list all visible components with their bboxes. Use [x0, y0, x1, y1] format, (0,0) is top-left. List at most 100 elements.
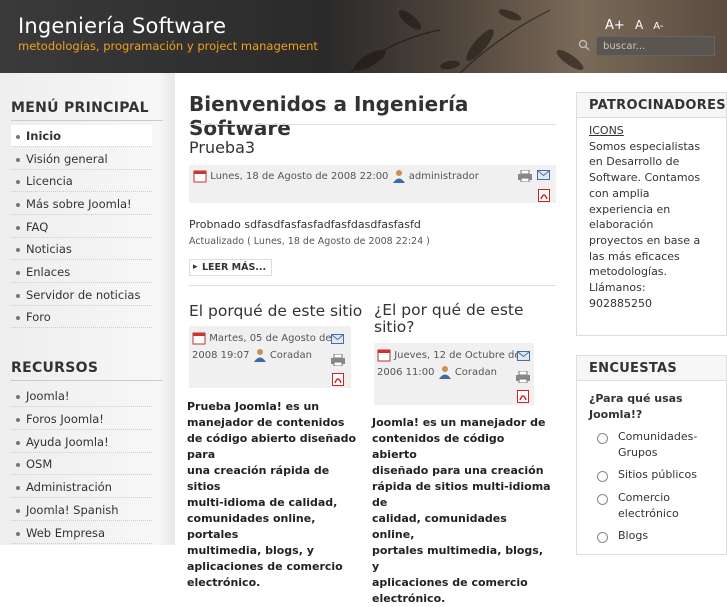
read-more-button[interactable]: LEER MÁS...: [189, 259, 273, 276]
resources-title: RECURSOS: [11, 360, 99, 376]
user-icon: [392, 170, 405, 183]
sponsors-link[interactable]: ICONS: [589, 123, 714, 139]
resource-item-joomla-spanish[interactable]: Joomla! Spanish: [11, 499, 152, 521]
menu-item-enlaces[interactable]: Enlaces: [11, 261, 152, 283]
main-content: Bienvenidos a Ingeniería Software Prueba…: [175, 73, 570, 605]
calendar-icon: [377, 349, 391, 362]
body-line: de código abierto diseñado para: [187, 432, 357, 461]
user-icon: [253, 349, 266, 362]
menu-item-mas-sobre-joomla[interactable]: Más sobre Joomla!: [11, 193, 152, 215]
menu-item-vision-general[interactable]: Visión general: [11, 148, 152, 170]
sponsors-line: 902885250: [589, 296, 652, 310]
poll-box: ENCUESTAS ¿Para qué usas Joomla!? Comuni…: [576, 355, 727, 555]
email-icon[interactable]: [537, 170, 550, 180]
body-line: contenidos de código abierto: [372, 432, 505, 461]
sponsors-line: con amplia: [589, 186, 650, 200]
body-line: calidad, comunidades online,: [372, 512, 507, 541]
pdf-icon[interactable]: [332, 373, 344, 386]
menu-item-servidor-noticias[interactable]: Servidor de noticias: [11, 284, 152, 306]
body-line: una creación rápida de sitios: [187, 464, 330, 493]
poll-radio-comercio[interactable]: [597, 494, 608, 505]
body-line: rápida de sitios multi-idioma de: [372, 480, 551, 509]
menu-item-licencia[interactable]: Licencia: [11, 170, 152, 192]
poll-option-comercio[interactable]: Comercio electrónico: [618, 490, 679, 521]
article-body-porque-sitio: Prueba Joomla! es un manejador de conten…: [187, 399, 359, 591]
font-decrease-button[interactable]: A-: [653, 21, 663, 32]
poll-option-line: Comunidades-: [618, 430, 698, 443]
lead-article-title[interactable]: Prueba3: [189, 138, 255, 157]
article-title-porque-sitio[interactable]: El porqué de este sitio: [189, 302, 362, 320]
divider: [189, 285, 556, 286]
poll-radio-comunidades[interactable]: [597, 433, 608, 444]
resource-item-web-empresa[interactable]: Web Empresa: [11, 522, 152, 544]
body-line: comunidades online, portales: [187, 512, 316, 541]
resource-item-osm[interactable]: OSM: [11, 453, 152, 475]
poll-option-blogs[interactable]: Blogs: [618, 528, 648, 544]
left-sidebar: MENÚ PRINCIPAL Inicio Visión general Lic…: [0, 73, 175, 545]
search-input[interactable]: [596, 36, 715, 56]
font-increase-button[interactable]: A+: [605, 18, 625, 33]
title-line: sitio?: [374, 318, 415, 336]
resource-item-administracion[interactable]: Administración: [11, 476, 152, 498]
print-icon[interactable]: [518, 170, 532, 182]
lead-article-updated: Actualizado ( Lunes, 18 de Agosto de 200…: [189, 236, 430, 247]
lead-article-date: Lunes, 18 de Agosto de 2008 22:00: [210, 171, 389, 182]
poll-option-line: Sitios públicos: [618, 468, 697, 481]
sponsors-line: Software. Contamos: [589, 171, 701, 185]
poll-option-comunidades[interactable]: Comunidades- Grupos: [618, 429, 697, 460]
lead-article-author: administrador: [408, 171, 479, 182]
sponsors-line: las más eficaces: [589, 249, 680, 263]
title-line: ¿El por qué de este: [374, 301, 524, 319]
body-line: aplicaciones de comercio: [372, 576, 528, 589]
body-line: portales multimedia, blogs, y: [372, 544, 544, 573]
resource-item-ayuda-joomla[interactable]: Ayuda Joomla!: [11, 431, 152, 453]
lead-article-body: Probnado sdfasdfasfasfadfasfdasdfasfasfd: [189, 218, 421, 231]
poll-question-line: ¿Para qué usas: [589, 392, 683, 405]
menu-item-inicio[interactable]: Inicio: [11, 125, 152, 147]
body-line: electrónico.: [187, 576, 261, 589]
sponsors-title: PATROCINADORES: [577, 93, 726, 118]
divider: [11, 380, 163, 381]
user-icon: [438, 366, 451, 379]
poll-radio-sitios-publicos[interactable]: [597, 471, 608, 482]
site-title[interactable]: Ingeniería Software: [18, 14, 226, 38]
menu-item-noticias[interactable]: Noticias: [11, 238, 152, 260]
menu-item-faq[interactable]: FAQ: [11, 216, 152, 238]
article-author: Coradan: [269, 350, 312, 361]
print-icon[interactable]: [516, 371, 530, 383]
poll-option-sitios-publicos[interactable]: Sitios públicos: [618, 467, 697, 483]
body-line: multi-idioma de calidad,: [187, 496, 338, 509]
resource-item-foros-joomla[interactable]: Foros Joomla!: [11, 408, 152, 430]
sponsors-line: en Desarrollo de: [589, 155, 680, 169]
calendar-icon: [192, 332, 206, 345]
sponsors-line: Somos especialistas: [589, 139, 701, 153]
sponsors-line: elaboración: [589, 218, 654, 232]
page-title: Bienvenidos a Ingeniería Software: [189, 92, 469, 140]
pdf-icon[interactable]: [517, 390, 529, 403]
article-body-por-que-sitio: Joomla! es un manejador de contenidos de…: [372, 415, 552, 607]
sponsors-box: PATROCINADORES ICONS Somos especialistas…: [576, 92, 727, 336]
email-icon[interactable]: [517, 351, 530, 361]
site-header: Ingeniería Software metodologías, progra…: [0, 0, 727, 73]
poll-option-line: Grupos: [618, 445, 658, 459]
search-icon: [578, 39, 590, 51]
poll-title: ENCUESTAS: [577, 356, 726, 381]
menu-item-foro[interactable]: Foro: [11, 306, 152, 328]
article-date-line2: 2006 11:00: [377, 367, 435, 378]
poll-option-line: Comercio: [618, 491, 671, 504]
poll-radio-blogs[interactable]: [597, 532, 608, 543]
body-line: diseñado para una creación: [372, 464, 544, 477]
sponsors-content: ICONS Somos especialistas en Desarrollo …: [577, 118, 726, 316]
resource-item-joomla[interactable]: Joomla!: [11, 385, 152, 407]
body-line: aplicaciones de comercio: [187, 560, 343, 573]
body-line: Joomla! es un manejador de: [372, 416, 546, 429]
right-sidebar: PATROCINADORES ICONS Somos especialistas…: [570, 73, 727, 555]
divider: [189, 124, 556, 125]
article-title-por-que-sitio[interactable]: ¿El por qué de este sitio?: [374, 302, 524, 336]
font-reset-button[interactable]: A: [635, 18, 643, 32]
poll-option-line: Blogs: [618, 529, 649, 542]
email-icon[interactable]: [331, 334, 344, 344]
print-icon[interactable]: [331, 354, 345, 366]
poll-question: ¿Para qué usas Joomla!?: [589, 391, 683, 422]
pdf-icon[interactable]: [538, 189, 550, 202]
